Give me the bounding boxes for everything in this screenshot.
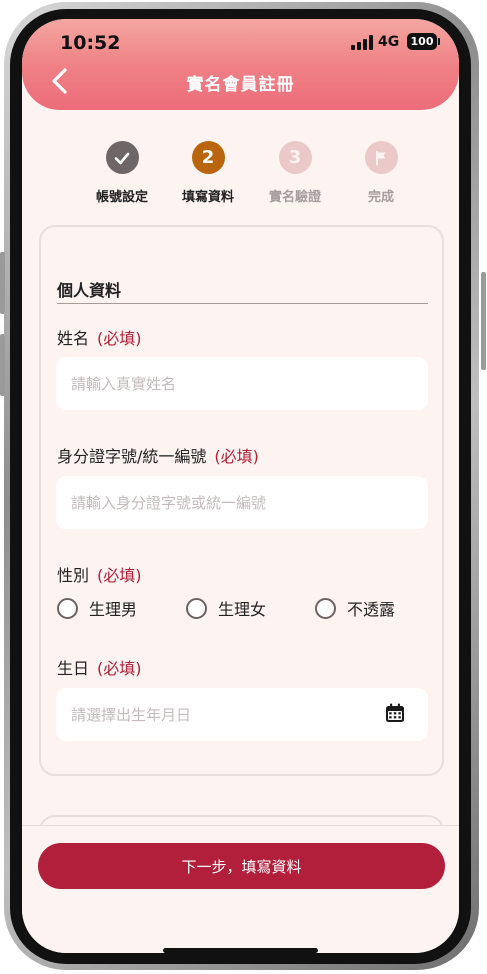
radio-circle[interactable] xyxy=(57,597,78,619)
power-button xyxy=(481,272,486,370)
step-label: 填寫資料 xyxy=(181,190,234,205)
radio-label: 不透露 xyxy=(347,600,396,619)
volume-up-button xyxy=(0,252,5,314)
required-mark: (必填) xyxy=(97,566,142,585)
radio-circle[interactable] xyxy=(186,597,207,619)
header-bar: 10:52 4G 100 實名會員註冊 xyxy=(22,19,459,110)
gender-radio-female[interactable]: 生理女 xyxy=(186,596,266,620)
calendar-icon[interactable] xyxy=(384,702,406,724)
step-label: 實名驗證 xyxy=(268,190,321,205)
battery-icon: 100 xyxy=(407,33,440,50)
step-account-settings: 帳號設定 xyxy=(77,141,167,205)
status-time: 10:52 xyxy=(60,32,121,54)
next-step-button[interactable]: 下一步，填寫資料 xyxy=(38,843,445,889)
volume-down-button xyxy=(0,334,5,396)
gender-radio-undisclosed[interactable]: 不透露 xyxy=(315,596,395,620)
step-number: 3 xyxy=(278,141,312,174)
section-divider xyxy=(57,303,428,304)
app-screen: 10:52 4G 100 實名會員註冊 帳號設定 2 填寫資料 3 實名驗證 完… xyxy=(22,19,459,953)
page-title: 實名會員註冊 xyxy=(186,75,295,95)
step-number: 2 xyxy=(191,141,225,174)
required-mark: (必填) xyxy=(97,329,142,348)
checkmark-icon xyxy=(105,141,139,174)
step-verification: 3 實名驗證 xyxy=(250,141,340,205)
step-complete: 完成 xyxy=(336,141,426,205)
id-number-input[interactable] xyxy=(56,476,428,529)
radio-circle[interactable] xyxy=(315,597,336,619)
flag-icon xyxy=(364,141,398,174)
gender-label: 性別 (必填) xyxy=(57,566,142,585)
id-number-label: 身分證字號/統一編號 (必填) xyxy=(57,447,259,466)
radio-label: 生理女 xyxy=(218,600,267,619)
birthday-placeholder: 請選擇出生年月日 xyxy=(71,706,192,724)
step-fill-info: 2 填寫資料 xyxy=(163,141,253,205)
name-label: 姓名 (必填) xyxy=(57,329,142,348)
personal-info-card: 個人資料 姓名(必填) 身分證字號/統一編號(必填) 性別(必填) 生理男 生理… xyxy=(39,225,444,776)
network-type: 4G xyxy=(378,34,400,50)
step-label: 帳號設定 xyxy=(95,190,148,205)
name-input[interactable] xyxy=(56,357,428,410)
radio-label: 生理男 xyxy=(89,600,138,619)
gender-radio-male[interactable]: 生理男 xyxy=(57,596,137,620)
signal-icon xyxy=(351,35,373,50)
required-mark: (必填) xyxy=(97,659,142,678)
birthday-label: 生日 (必填) xyxy=(57,659,142,678)
home-indicator xyxy=(163,948,318,953)
section-title: 個人資料 xyxy=(57,281,122,300)
required-mark: (必填) xyxy=(214,447,259,466)
birthday-input[interactable]: 請選擇出生年月日 xyxy=(56,688,428,741)
step-label: 完成 xyxy=(367,190,394,205)
